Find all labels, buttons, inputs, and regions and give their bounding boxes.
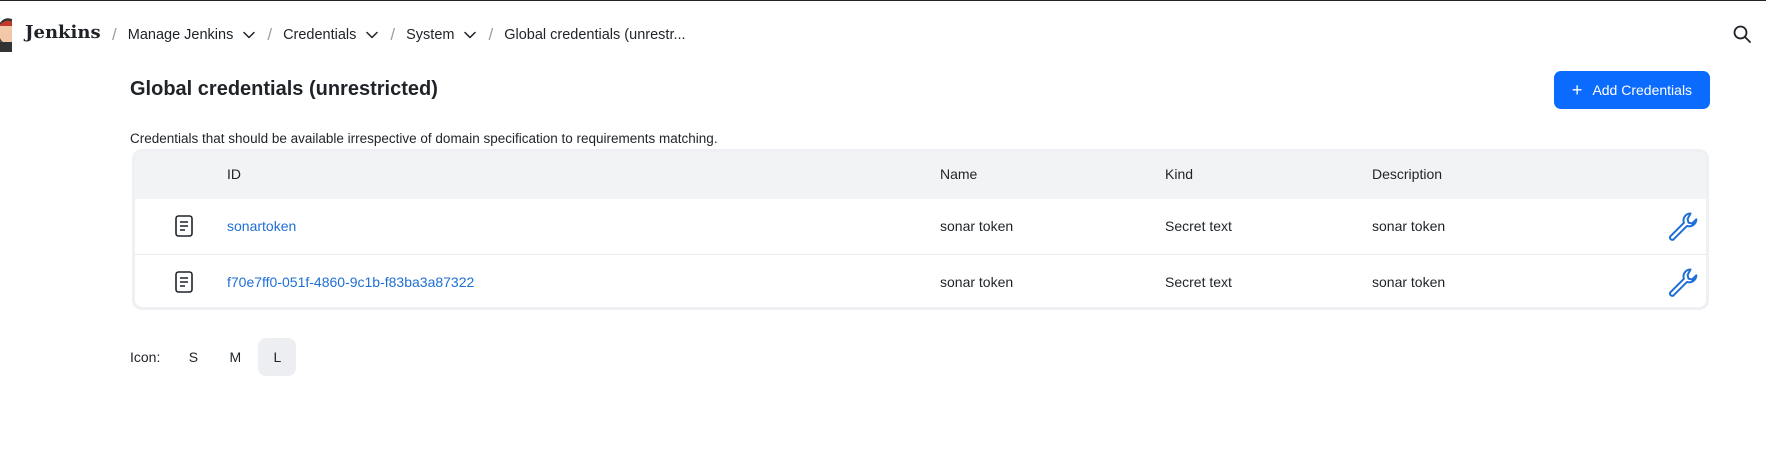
column-header-id[interactable]: ID	[227, 166, 241, 182]
breadcrumb-label[interactable]: System	[406, 27, 454, 43]
icon-size-small-button[interactable]: S	[174, 338, 212, 376]
breadcrumb-separator: /	[488, 25, 494, 44]
credential-description: sonar token	[1372, 218, 1446, 234]
table-row: f70e7ff0-051f-4860-9c1b-f83ba3a87322 son…	[135, 255, 1706, 307]
table-row: sonartoken sonar token Secret text sonar…	[135, 199, 1706, 255]
page-description: Credentials that should be available irr…	[130, 131, 718, 146]
breadcrumb: / Manage Jenkins / Credentials / System …	[106, 22, 686, 48]
credential-description: sonar token	[1372, 274, 1446, 290]
table-header: ID Name Kind Description	[135, 152, 1706, 199]
plus-icon: +	[1571, 80, 1583, 100]
add-credentials-button[interactable]: + Add Credentials	[1554, 71, 1710, 109]
icon-size-label: Icon:	[130, 349, 161, 365]
credential-name: sonar token	[940, 218, 1014, 234]
breadcrumb-credentials[interactable]: Credentials	[283, 27, 384, 43]
page-title: Global credentials (unrestricted)	[130, 78, 438, 100]
document-icon	[175, 271, 193, 293]
breadcrumb-label[interactable]: Manage Jenkins	[128, 27, 234, 43]
icon-size-selector: Icon: S M L	[130, 338, 300, 376]
credential-kind: Secret text	[1165, 274, 1232, 290]
breadcrumb-separator: /	[267, 25, 273, 44]
document-icon	[175, 215, 193, 237]
wrench-icon[interactable]	[1666, 266, 1698, 298]
search-icon[interactable]	[1732, 24, 1752, 44]
chevron-down-icon[interactable]	[366, 31, 379, 39]
breadcrumb-manage-jenkins[interactable]: Manage Jenkins	[128, 27, 262, 43]
header: Jenkins / Manage Jenkins / Credentials /…	[0, 0, 1766, 70]
credential-kind: Secret text	[1165, 218, 1232, 234]
breadcrumb-system[interactable]: System	[406, 27, 482, 43]
credential-id-link[interactable]: sonartoken	[227, 218, 296, 234]
column-header-description[interactable]: Description	[1372, 166, 1442, 182]
breadcrumb-label[interactable]: Global credentials (unrestr...	[504, 27, 685, 43]
credentials-table: ID Name Kind Description sonartoken sona…	[132, 149, 1709, 310]
chevron-down-icon[interactable]	[243, 31, 256, 39]
credential-name: sonar token	[940, 274, 1014, 290]
breadcrumb-separator: /	[390, 25, 396, 44]
breadcrumb-separator: /	[112, 25, 117, 44]
credential-id-link[interactable]: f70e7ff0-051f-4860-9c1b-f83ba3a87322	[227, 274, 474, 290]
breadcrumb-label[interactable]: Credentials	[283, 27, 356, 43]
brand-name[interactable]: Jenkins	[25, 22, 101, 43]
column-header-name[interactable]: Name	[940, 166, 977, 182]
jenkins-logo-icon[interactable]	[0, 16, 12, 52]
add-credentials-label: Add Credentials	[1592, 82, 1693, 98]
icon-size-medium-button[interactable]: M	[216, 338, 254, 376]
icon-size-large-button[interactable]: L	[258, 338, 297, 376]
column-header-kind[interactable]: Kind	[1165, 166, 1193, 182]
breadcrumb-global-credentials[interactable]: Global credentials (unrestr...	[504, 27, 685, 43]
wrench-icon[interactable]	[1666, 210, 1698, 242]
chevron-down-icon[interactable]	[464, 31, 477, 39]
